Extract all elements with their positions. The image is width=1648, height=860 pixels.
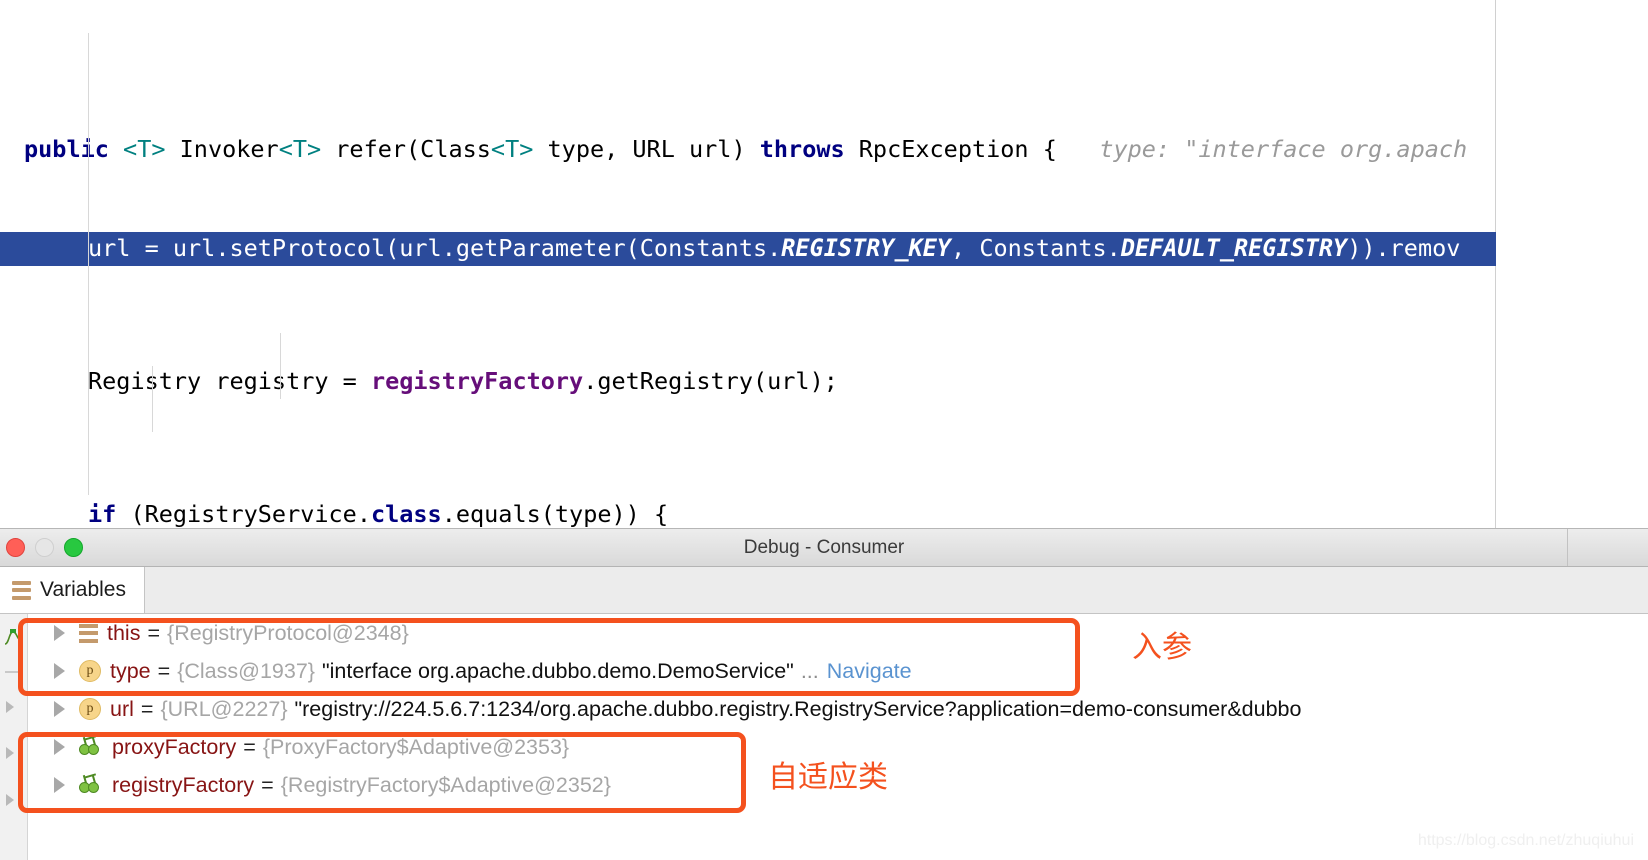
field-icon: [79, 735, 103, 757]
navigate-link[interactable]: Navigate: [827, 659, 912, 684]
variable-name: registryFactory: [112, 772, 255, 797]
screenshot-root: public <T> Invoker<T> refer(Class<T> typ…: [0, 0, 1648, 860]
window-title: Debug - Consumer: [743, 536, 905, 558]
indent-guide: [88, 33, 89, 495]
gutter-collapse-arrow[interactable]: [6, 794, 14, 806]
variable-row-this[interactable]: this = {RegistryProtocol@2348}: [28, 614, 1648, 652]
annotation-label-input-params: 入参: [1132, 630, 1192, 665]
code-lines[interactable]: public <T> Invoker<T> refer(Class<T> typ…: [0, 0, 1648, 528]
expand-arrow-icon[interactable]: [54, 701, 65, 717]
value-ellipsis: ...: [800, 658, 819, 683]
expand-arrow-icon[interactable]: [54, 663, 65, 679]
equals-sign: =: [261, 772, 274, 797]
indent-guide: [280, 333, 281, 399]
variable-name: url: [110, 696, 134, 721]
parameter-icon-letter: p: [79, 698, 101, 720]
debug-tabstrip[interactable]: Variables: [0, 567, 1648, 614]
watches-icon[interactable]: [3, 628, 23, 653]
gutter-collapse-arrow[interactable]: [6, 701, 14, 713]
gutter-collapse-arrow[interactable]: [6, 747, 14, 759]
parameter-icon: p: [79, 698, 101, 720]
variable-value: "interface org.apache.dubbo.demo.DemoSer…: [321, 658, 794, 683]
variables-rows[interactable]: this = {RegistryProtocol@2348} p type = …: [28, 614, 1648, 860]
variable-value: "registry://224.5.6.7:1234/org.apache.du…: [294, 696, 1302, 721]
indent-guide: [152, 366, 153, 432]
parameter-icon: p: [79, 660, 101, 682]
code-line[interactable]: if (RegistryService.class.equals(type)) …: [0, 498, 1648, 528]
variable-ref: {ProxyFactory$Adaptive@2353}: [262, 734, 570, 759]
code-editor[interactable]: public <T> Invoker<T> refer(Class<T> typ…: [0, 0, 1648, 528]
equals-sign: =: [243, 734, 256, 759]
expand-arrow-icon[interactable]: [54, 625, 65, 641]
annotation-label-adaptive-class: 自适应类: [768, 760, 888, 795]
code-line[interactable]: public <T> Invoker<T> refer(Class<T> typ…: [0, 100, 1648, 163]
variable-ref: {RegistryFactory$Adaptive@2352}: [280, 772, 611, 797]
debug-window: Debug - Consumer Variables this = {Regis…: [0, 528, 1648, 860]
equals-sign: =: [140, 696, 154, 721]
titlebar-divider: [1567, 529, 1568, 566]
code-line[interactable]: Registry registry = registryFactory.getR…: [0, 365, 1648, 398]
variable-ref: {RegistryProtocol@2348}: [167, 620, 409, 645]
variables-gutter[interactable]: [0, 614, 28, 860]
variables-panel[interactable]: this = {RegistryProtocol@2348} p type = …: [0, 614, 1648, 860]
variables-icon: [12, 580, 31, 600]
expand-arrow-icon[interactable]: [54, 777, 65, 793]
debug-titlebar: Debug - Consumer: [0, 529, 1648, 567]
variable-name: proxyFactory: [112, 734, 237, 759]
expand-arrow-icon[interactable]: [54, 739, 65, 755]
equals-sign: =: [157, 658, 171, 683]
variable-row-url[interactable]: p url = {URL@2227} "registry://224.5.6.7…: [28, 690, 1648, 728]
watermark: https://blog.csdn.net/zhuqiuhui: [1417, 832, 1634, 849]
variable-name: type: [110, 658, 151, 683]
code-line-highlighted[interactable]: url = url.setProtocol(url.getParameter(C…: [0, 232, 1496, 266]
parameter-icon-letter: p: [79, 660, 101, 682]
tab-variables[interactable]: Variables: [0, 567, 145, 613]
variable-name: this: [107, 620, 141, 645]
variable-row-type[interactable]: p type = {Class@1937} "interface org.apa…: [28, 652, 1648, 690]
object-icon: [79, 623, 98, 643]
equals-sign: =: [147, 620, 161, 645]
field-icon: [79, 773, 103, 795]
gutter-divider: [5, 671, 21, 673]
variable-ref: {URL@2227}: [160, 696, 288, 721]
tab-variables-label: Variables: [40, 578, 126, 601]
variable-ref: {Class@1937}: [177, 658, 315, 683]
